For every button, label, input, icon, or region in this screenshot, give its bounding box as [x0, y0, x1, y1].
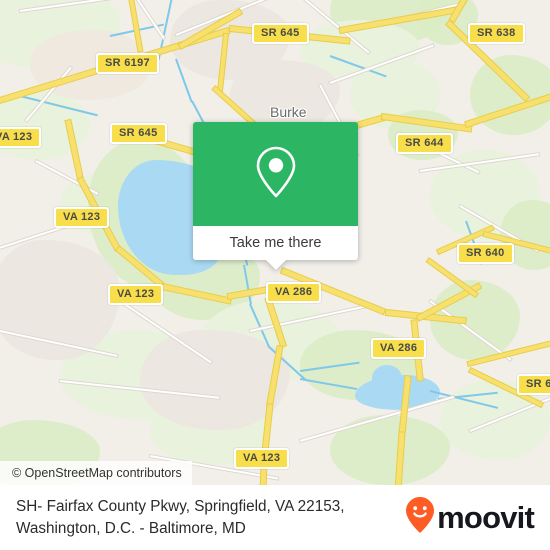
road-shield[interactable]: SR 640	[457, 243, 514, 264]
moovit-logo[interactable]: moovit	[405, 496, 535, 539]
moovit-wordmark: moovit	[437, 500, 535, 535]
card-action-bar[interactable]: Take me there	[193, 226, 358, 260]
map-attribution[interactable]: © OpenStreetMap contributors	[0, 461, 192, 485]
road-shield[interactable]: VA 123	[108, 284, 164, 305]
road-shield[interactable]: SR 645	[110, 123, 167, 144]
location-title-line2: Washington, D.C. - Baltimore, MD	[16, 519, 246, 537]
moovit-smiley-pin-icon	[405, 496, 435, 539]
moovit-map-screen: Burke SR 645 SR 638 SR 6197 VA 123 SR 64…	[0, 0, 550, 550]
location-title-line1: SH- Fairfax County Pkwy, Springfield, VA…	[16, 497, 345, 515]
road-shield[interactable]: SR 638	[468, 23, 525, 44]
road-shield[interactable]: VA 123	[234, 448, 290, 469]
road-shield[interactable]: SR 64	[517, 374, 550, 395]
road-shield[interactable]: VA 123	[54, 207, 110, 228]
map-canvas[interactable]: Burke SR 645 SR 638 SR 6197 VA 123 SR 64…	[0, 0, 550, 485]
road-shield[interactable]: SR 645	[252, 23, 309, 44]
location-pin-icon	[253, 144, 299, 205]
page-footer: SH- Fairfax County Pkwy, Springfield, VA…	[0, 485, 550, 550]
road-shield[interactable]: SR 6197	[96, 53, 159, 74]
card-pointer-tail	[264, 259, 287, 270]
road-shield[interactable]: VA 286	[266, 282, 322, 303]
road-shield[interactable]: SR 644	[396, 133, 453, 154]
road-shield[interactable]: VA 123	[0, 127, 42, 148]
location-title: SH- Fairfax County Pkwy, Springfield, VA…	[16, 496, 344, 540]
take-me-there-label: Take me there	[229, 235, 322, 251]
road-shield[interactable]: VA 286	[371, 338, 427, 359]
location-callout-card[interactable]: Take me there	[193, 122, 358, 270]
card-image-area	[193, 122, 358, 226]
